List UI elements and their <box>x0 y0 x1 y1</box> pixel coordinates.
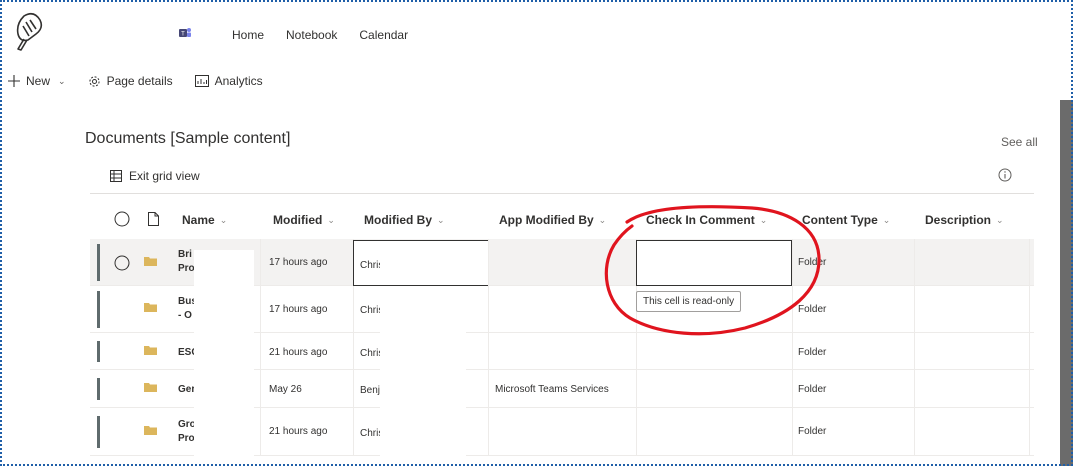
teams-icon[interactable]: T <box>178 26 192 40</box>
column-header-check-in-comment[interactable]: Check In Comment ⌄ <box>646 213 767 227</box>
redaction-block <box>380 286 466 456</box>
modified-cell: 21 hours ago <box>269 347 328 358</box>
modified-by-cell: Benj <box>360 385 381 396</box>
grid-icon <box>110 170 122 182</box>
content-type-cell: Folder <box>798 304 827 315</box>
chevron-down-icon: ⌄ <box>882 214 891 225</box>
gear-icon <box>88 75 100 87</box>
folder-icon <box>144 426 157 435</box>
redaction-block <box>194 250 254 456</box>
chevron-down-icon: ⌄ <box>437 214 445 225</box>
new-button[interactable]: New ⌄ <box>8 74 66 88</box>
chevron-down-icon: ⌄ <box>598 214 607 225</box>
modified-cell: May 26 <box>269 384 302 395</box>
top-navigation: Home Notebook Calendar <box>232 28 408 42</box>
row-indicator <box>97 378 100 400</box>
page-details-label: Page details <box>106 74 173 88</box>
modified-by-cell-selected[interactable]: Chris <box>353 240 488 286</box>
nav-notebook[interactable]: Notebook <box>286 28 337 42</box>
column-header-modified-label: Modified <box>273 213 323 227</box>
column-separator <box>488 239 489 456</box>
page-details-button[interactable]: Page details <box>88 74 173 88</box>
command-bar: New ⌄ Page details Analytics <box>0 74 285 88</box>
content-type-cell: Folder <box>798 384 827 395</box>
analytics-button[interactable]: Analytics <box>194 74 263 88</box>
folder-icon <box>144 346 157 355</box>
row-indicator <box>97 341 100 362</box>
column-header-modified-by-label: Modified By <box>364 213 432 227</box>
analytics-label: Analytics <box>214 74 263 88</box>
column-header-app-modified-by-label: App Modified By <box>499 213 594 227</box>
row-select-checkbox[interactable] <box>114 255 130 271</box>
svg-text:T: T <box>181 32 185 38</box>
plus-icon <box>8 75 20 87</box>
column-separator <box>914 239 915 456</box>
app-modified-by-cell: Microsoft Teams Services <box>495 384 609 395</box>
row-name-link[interactable]: Ger <box>178 383 195 397</box>
modified-cell: 17 hours ago <box>269 257 328 268</box>
column-header-content-type-label: Content Type <box>802 213 878 227</box>
column-header-app-modified-by[interactable]: App Modified By ⌄ <box>499 213 606 227</box>
chevron-down-icon: ⌄ <box>219 214 228 225</box>
row-indicator <box>97 244 100 281</box>
chevron-down-icon: ⌄ <box>759 214 768 225</box>
folder-icon <box>144 383 157 392</box>
modified-cell: 21 hours ago <box>269 426 328 437</box>
column-separator <box>792 239 793 456</box>
row-name-link[interactable]: Bri Pro <box>178 248 195 276</box>
content-type-cell: Folder <box>798 426 827 437</box>
new-label: New <box>26 74 51 88</box>
row-indicator <box>97 291 100 328</box>
header-divider <box>90 193 1034 194</box>
content-type-cell: Folder <box>798 347 827 358</box>
folder-icon <box>144 257 157 266</box>
column-header-content-type[interactable]: Content Type ⌄ <box>802 213 890 227</box>
nav-calendar[interactable]: Calendar <box>359 28 408 42</box>
library-title[interactable]: Documents [Sample content] <box>85 130 290 148</box>
column-header-check-in-comment-label: Check In Comment <box>646 213 755 227</box>
select-all-checkbox[interactable] <box>114 211 130 227</box>
column-header-modified[interactable]: Modified ⌄ <box>273 213 335 227</box>
column-header-description-label: Description <box>925 213 992 227</box>
read-only-tooltip: This cell is read-only <box>636 291 742 312</box>
folder-icon <box>144 303 157 312</box>
exit-grid-view-button[interactable]: Exit grid view <box>110 169 200 183</box>
column-separator <box>1029 239 1030 456</box>
scrollbar-thumb[interactable] <box>1060 100 1073 466</box>
analytics-icon <box>194 75 209 87</box>
column-header-name-label: Name <box>182 213 215 227</box>
file-type-icon[interactable] <box>148 212 159 226</box>
chevron-down-icon: ⌄ <box>996 214 1004 225</box>
column-separator <box>260 239 261 456</box>
info-icon[interactable] <box>998 168 1012 182</box>
column-header-name[interactable]: Name ⌄ <box>182 213 227 227</box>
see-all-link[interactable]: See all <box>1001 135 1038 149</box>
modified-cell: 17 hours ago <box>269 304 328 315</box>
exit-grid-label: Exit grid view <box>129 169 200 183</box>
column-header-description[interactable]: Description ⌄ <box>925 213 1004 227</box>
nav-home[interactable]: Home <box>232 28 264 42</box>
column-header-modified-by[interactable]: Modified By ⌄ <box>364 213 445 227</box>
row-indicator <box>97 416 100 448</box>
site-logo-icon[interactable] <box>12 12 46 52</box>
redaction-block <box>380 241 488 285</box>
content-type-cell: Folder <box>798 257 827 268</box>
check-in-comment-cell-selected[interactable] <box>636 240 792 286</box>
chevron-down-icon: ⌄ <box>327 214 335 225</box>
name-line: Bri Pro <box>178 249 195 274</box>
chevron-down-icon: ⌄ <box>58 75 66 86</box>
